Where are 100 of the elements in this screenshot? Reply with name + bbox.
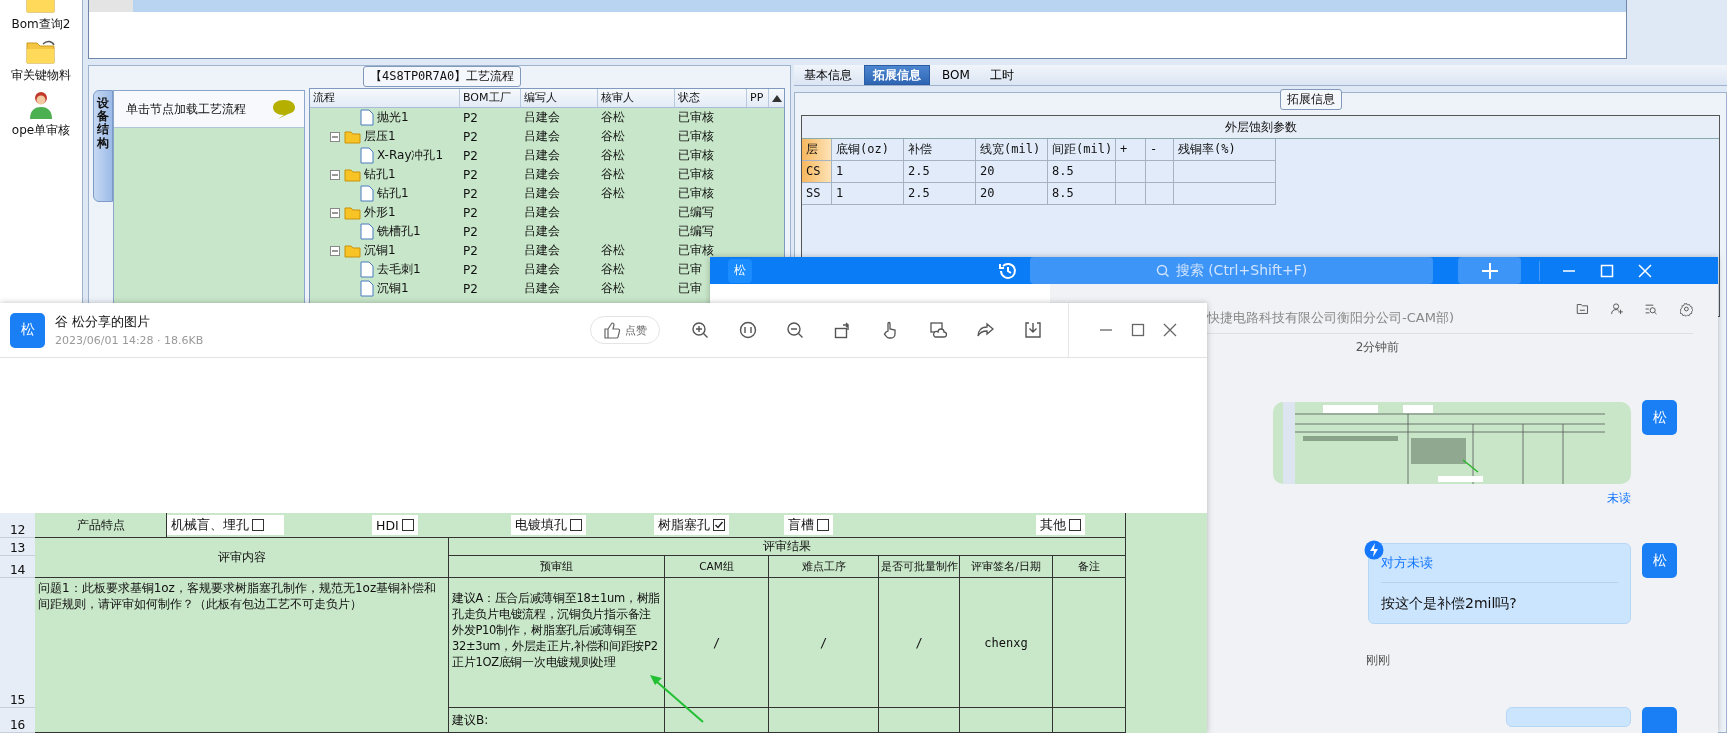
table-cell: 问题1：此板要求基铜1oz，客规要求树脂塞孔制作，规范无1oz基铜补偿和间距规则，请评审如何制作？（此板有包边工艺不可走负片） — [35, 578, 449, 733]
tree-node[interactable]: 钻孔1 — [377, 185, 409, 202]
tree-node[interactable]: 去毛刺1 — [377, 261, 421, 278]
checkbox-label: HDI — [376, 517, 399, 533]
column-header[interactable]: 间距(mil) — [1048, 139, 1116, 161]
close-icon[interactable] — [1162, 323, 1177, 337]
collapse-icon[interactable] — [330, 169, 340, 180]
column-header[interactable]: + — [1116, 139, 1146, 161]
column-header: CAM组 — [665, 556, 769, 578]
table-cell: 已审核 — [678, 186, 714, 200]
tree-node[interactable]: 沉铜1 — [377, 280, 409, 297]
row-number: 14 — [0, 556, 35, 578]
maximize-icon[interactable] — [1130, 323, 1145, 337]
table-cell-text: 吕建会 — [523, 261, 561, 278]
table-cell — [1146, 161, 1174, 183]
avatar[interactable]: 松 — [1642, 400, 1677, 435]
checkbox[interactable] — [1068, 519, 1081, 531]
cloud-copy-icon[interactable] — [928, 321, 947, 339]
zoom-in-icon[interactable] — [691, 321, 709, 339]
column-header[interactable]: 补偿 — [904, 139, 976, 161]
checkbox[interactable] — [401, 519, 414, 531]
avatar[interactable]: 松 — [1642, 543, 1677, 578]
document-icon — [360, 109, 374, 126]
collapse-icon[interactable] — [330, 207, 340, 218]
tab[interactable]: BOM — [934, 65, 978, 85]
table-cell: / — [879, 578, 960, 708]
tab[interactable]: 工时 — [981, 65, 1022, 85]
table-cell: 已审核 — [678, 243, 714, 257]
checkbox-label: 机械盲、埋孔 — [171, 516, 249, 534]
table-cell: 建议B: — [449, 708, 665, 733]
actual-size-icon[interactable] — [738, 321, 757, 339]
tree-node[interactable]: 铣槽孔1 — [377, 223, 421, 240]
side-tab[interactable]: 设备结构 — [93, 90, 113, 202]
table-cell: 2.5 — [904, 183, 976, 205]
column-header[interactable]: 层 — [802, 139, 832, 161]
group-title: 拓展信息 — [1280, 89, 1342, 110]
tree-node[interactable]: X-Ray冲孔1 — [377, 147, 444, 164]
column-header: 备注 — [1053, 556, 1126, 578]
checkbox[interactable] — [712, 519, 725, 531]
avatar: 松 — [10, 312, 45, 348]
tree-node[interactable]: 层压1 — [364, 128, 396, 145]
column-header[interactable]: - — [1146, 139, 1174, 161]
sidebar-label[interactable]: 审关键物料 — [11, 67, 71, 84]
row-header-cell[interactable]: SS — [802, 183, 832, 205]
column-header[interactable]: 编写人 — [521, 89, 598, 107]
table-cell-text: 吕建会 — [523, 185, 561, 202]
tree-node[interactable]: 沉铜1 — [364, 242, 396, 259]
person-icon[interactable] — [28, 90, 54, 120]
checkbox[interactable] — [252, 519, 264, 531]
column-header[interactable]: 状态 — [675, 89, 747, 107]
table-cell: / — [769, 578, 879, 708]
row-number: 13 — [0, 538, 35, 556]
tree-node[interactable]: 外形1 — [364, 204, 396, 221]
table-cell: 已审核 — [678, 148, 714, 162]
tab[interactable]: 基本信息 — [796, 65, 860, 85]
add-button[interactable] — [1458, 257, 1521, 284]
tree-node[interactable]: 钻孔1 — [364, 166, 396, 183]
row-header-cell[interactable]: CS — [802, 161, 832, 183]
sidebar-label[interactable]: Bom查询2 — [11, 16, 71, 33]
file-info: 2023/06/01 14:28 · 18.6KB — [55, 334, 205, 347]
tab[interactable]: 拓展信息 — [864, 65, 930, 85]
table-cell: 谷松 — [601, 186, 625, 200]
collapse-icon[interactable] — [330, 245, 340, 256]
column-header[interactable]: PP — [747, 89, 769, 107]
table-cell: / — [665, 578, 769, 708]
checkbox[interactable] — [569, 519, 582, 531]
column-header: 难点工序 — [769, 556, 879, 578]
hand-icon[interactable] — [881, 321, 899, 339]
table-cell: 8.5 — [1048, 161, 1116, 183]
zoom-out-icon[interactable] — [786, 321, 804, 339]
folder-icon[interactable] — [25, 39, 57, 65]
table-cell: 谷松 — [601, 281, 625, 295]
table-cell-text: P2 — [462, 243, 479, 258]
column-header[interactable]: 核审人 — [598, 89, 675, 107]
column-header[interactable]: 流程 — [310, 89, 460, 107]
table-cell: 2.5 — [904, 161, 976, 183]
table-cell-text: 吕建会 — [523, 147, 561, 164]
forward-icon[interactable] — [976, 321, 994, 339]
column-header[interactable]: 底铜(oz) — [832, 139, 904, 161]
table-cell: 20 — [976, 161, 1048, 183]
sidebar-label[interactable]: ope单审核 — [11, 122, 71, 139]
column-header[interactable]: 残铜率(%) — [1174, 139, 1276, 161]
scroll-up-icon[interactable] — [771, 94, 782, 102]
group-title: 【4S8TP0R7A0】工艺流程 — [363, 66, 522, 87]
history-icon[interactable] — [998, 260, 1018, 281]
table-cell: 评审结果 — [449, 538, 1126, 556]
row-number: 16 — [0, 708, 35, 733]
like-button[interactable]: 点赞 — [590, 316, 660, 344]
column-header[interactable]: BOM工厂 — [460, 89, 521, 107]
rotate-icon[interactable] — [833, 321, 852, 339]
document-icon — [360, 261, 374, 278]
download-icon[interactable] — [1023, 321, 1042, 339]
folder-icon — [344, 243, 361, 258]
collapse-icon[interactable] — [330, 131, 340, 142]
column-header[interactable]: 线宽(mil) — [976, 139, 1048, 161]
checkbox[interactable] — [816, 519, 829, 531]
document-icon — [360, 147, 374, 164]
tree-node[interactable]: 抛光1 — [377, 109, 409, 126]
table-cell-text: P2 — [462, 281, 479, 296]
table-cell: 谷松 — [601, 243, 625, 257]
